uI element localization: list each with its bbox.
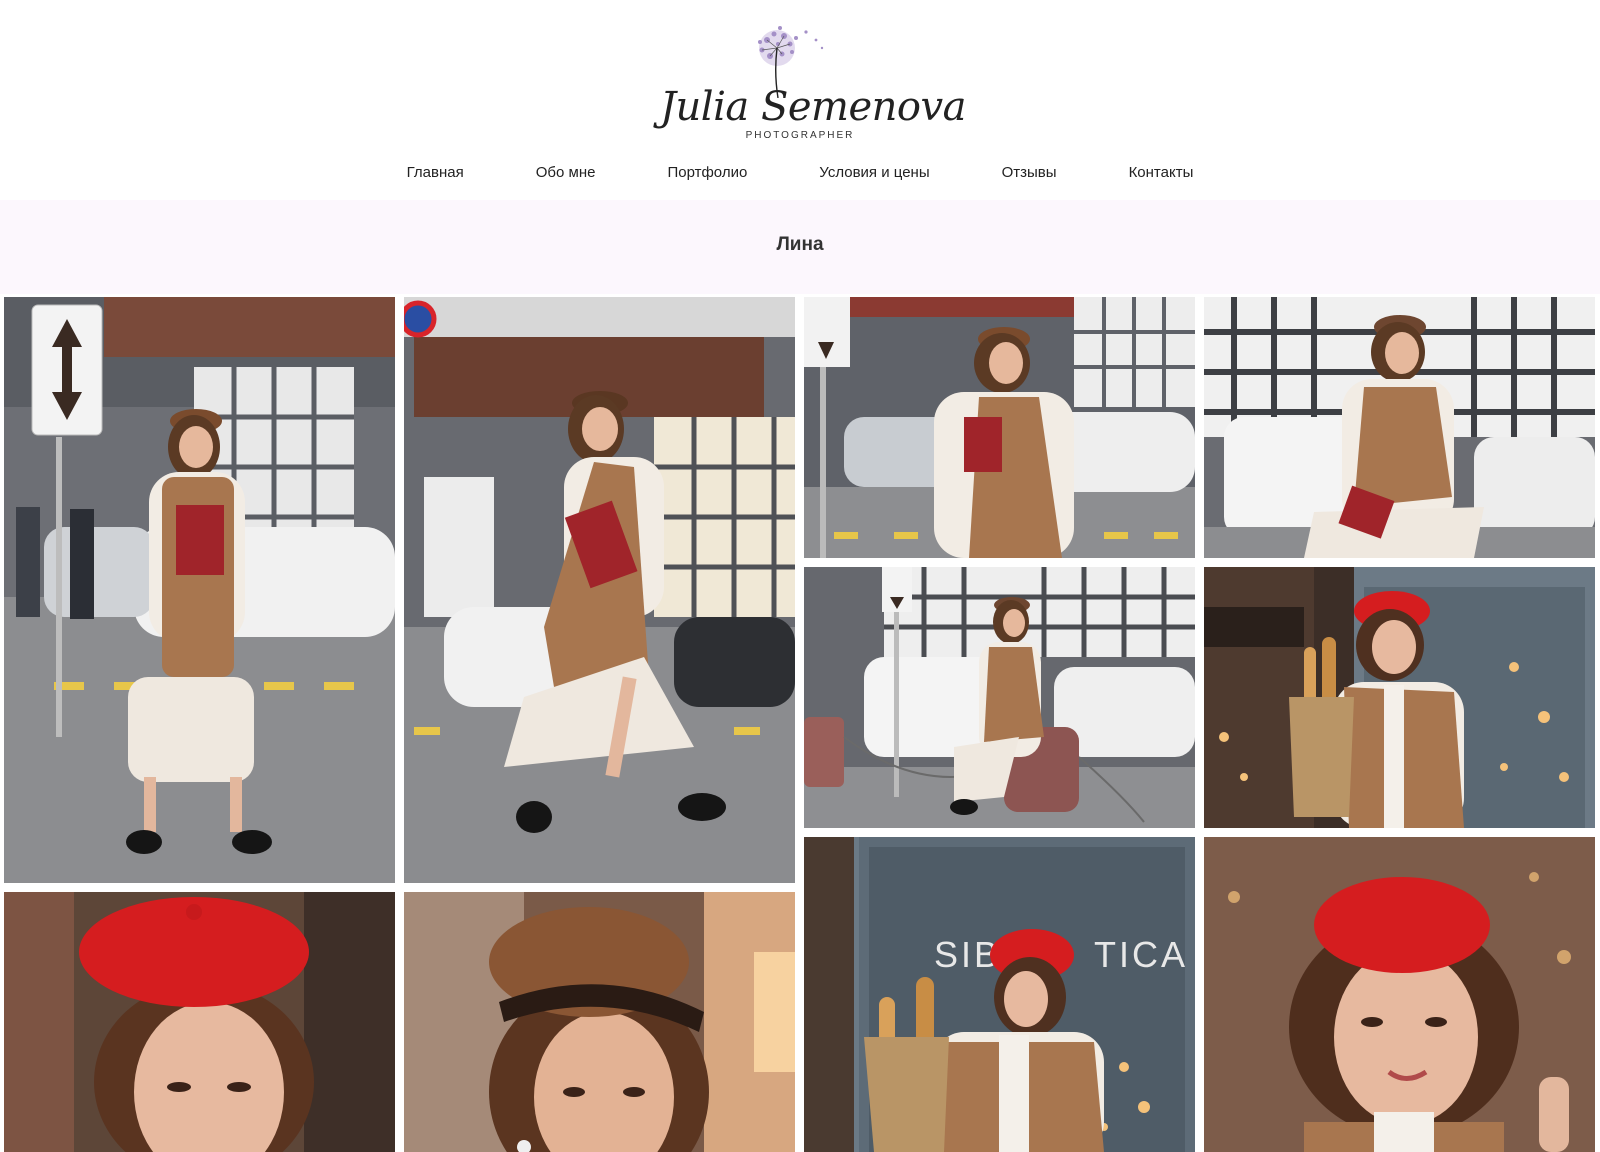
photo-walking-road-sign[interactable] [4,297,395,883]
logo-subtitle: PHOTOGRAPHER [745,130,855,141]
photo-sitting-parking[interactable] [1204,297,1595,558]
nav-item-contacts[interactable]: Контакты [1129,160,1194,185]
photo-walking-street[interactable] [404,297,795,883]
photo-road-sign-cap[interactable] [804,297,1195,558]
nav-item-portfolio[interactable]: Портфолио [667,160,747,185]
site-logo[interactable]: Julia Semenova PHOTOGRAPHER [660,18,966,143]
title-band: Лина [0,200,1600,294]
page-title: Лина [776,234,824,255]
nav-item-pricing[interactable]: Условия и цены [819,160,929,185]
nav-item-home[interactable]: Главная [407,160,464,185]
nav-item-reviews[interactable]: Отзывы [1002,160,1057,185]
nav-item-about[interactable]: Обо мне [536,160,596,185]
main-nav: Главная Обо мне Портфолио Условия и цены… [0,160,1600,185]
photo-closeup-red-beret[interactable] [1204,837,1595,1152]
photo-sitting-bollard[interactable] [804,567,1195,828]
photo-portrait-cap[interactable] [404,892,795,1152]
photo-baguettes-red-beret[interactable] [1204,567,1595,828]
svg-text:TICA: TICA [1094,934,1188,975]
logo-name: Julia Semenova [660,84,966,130]
photo-portrait-red-beret[interactable] [4,892,395,1152]
photo-cafe-storefront[interactable]: SIB TICA [804,837,1195,1152]
site-header: Julia Semenova PHOTOGRAPHER Главная Обо … [0,0,1600,200]
